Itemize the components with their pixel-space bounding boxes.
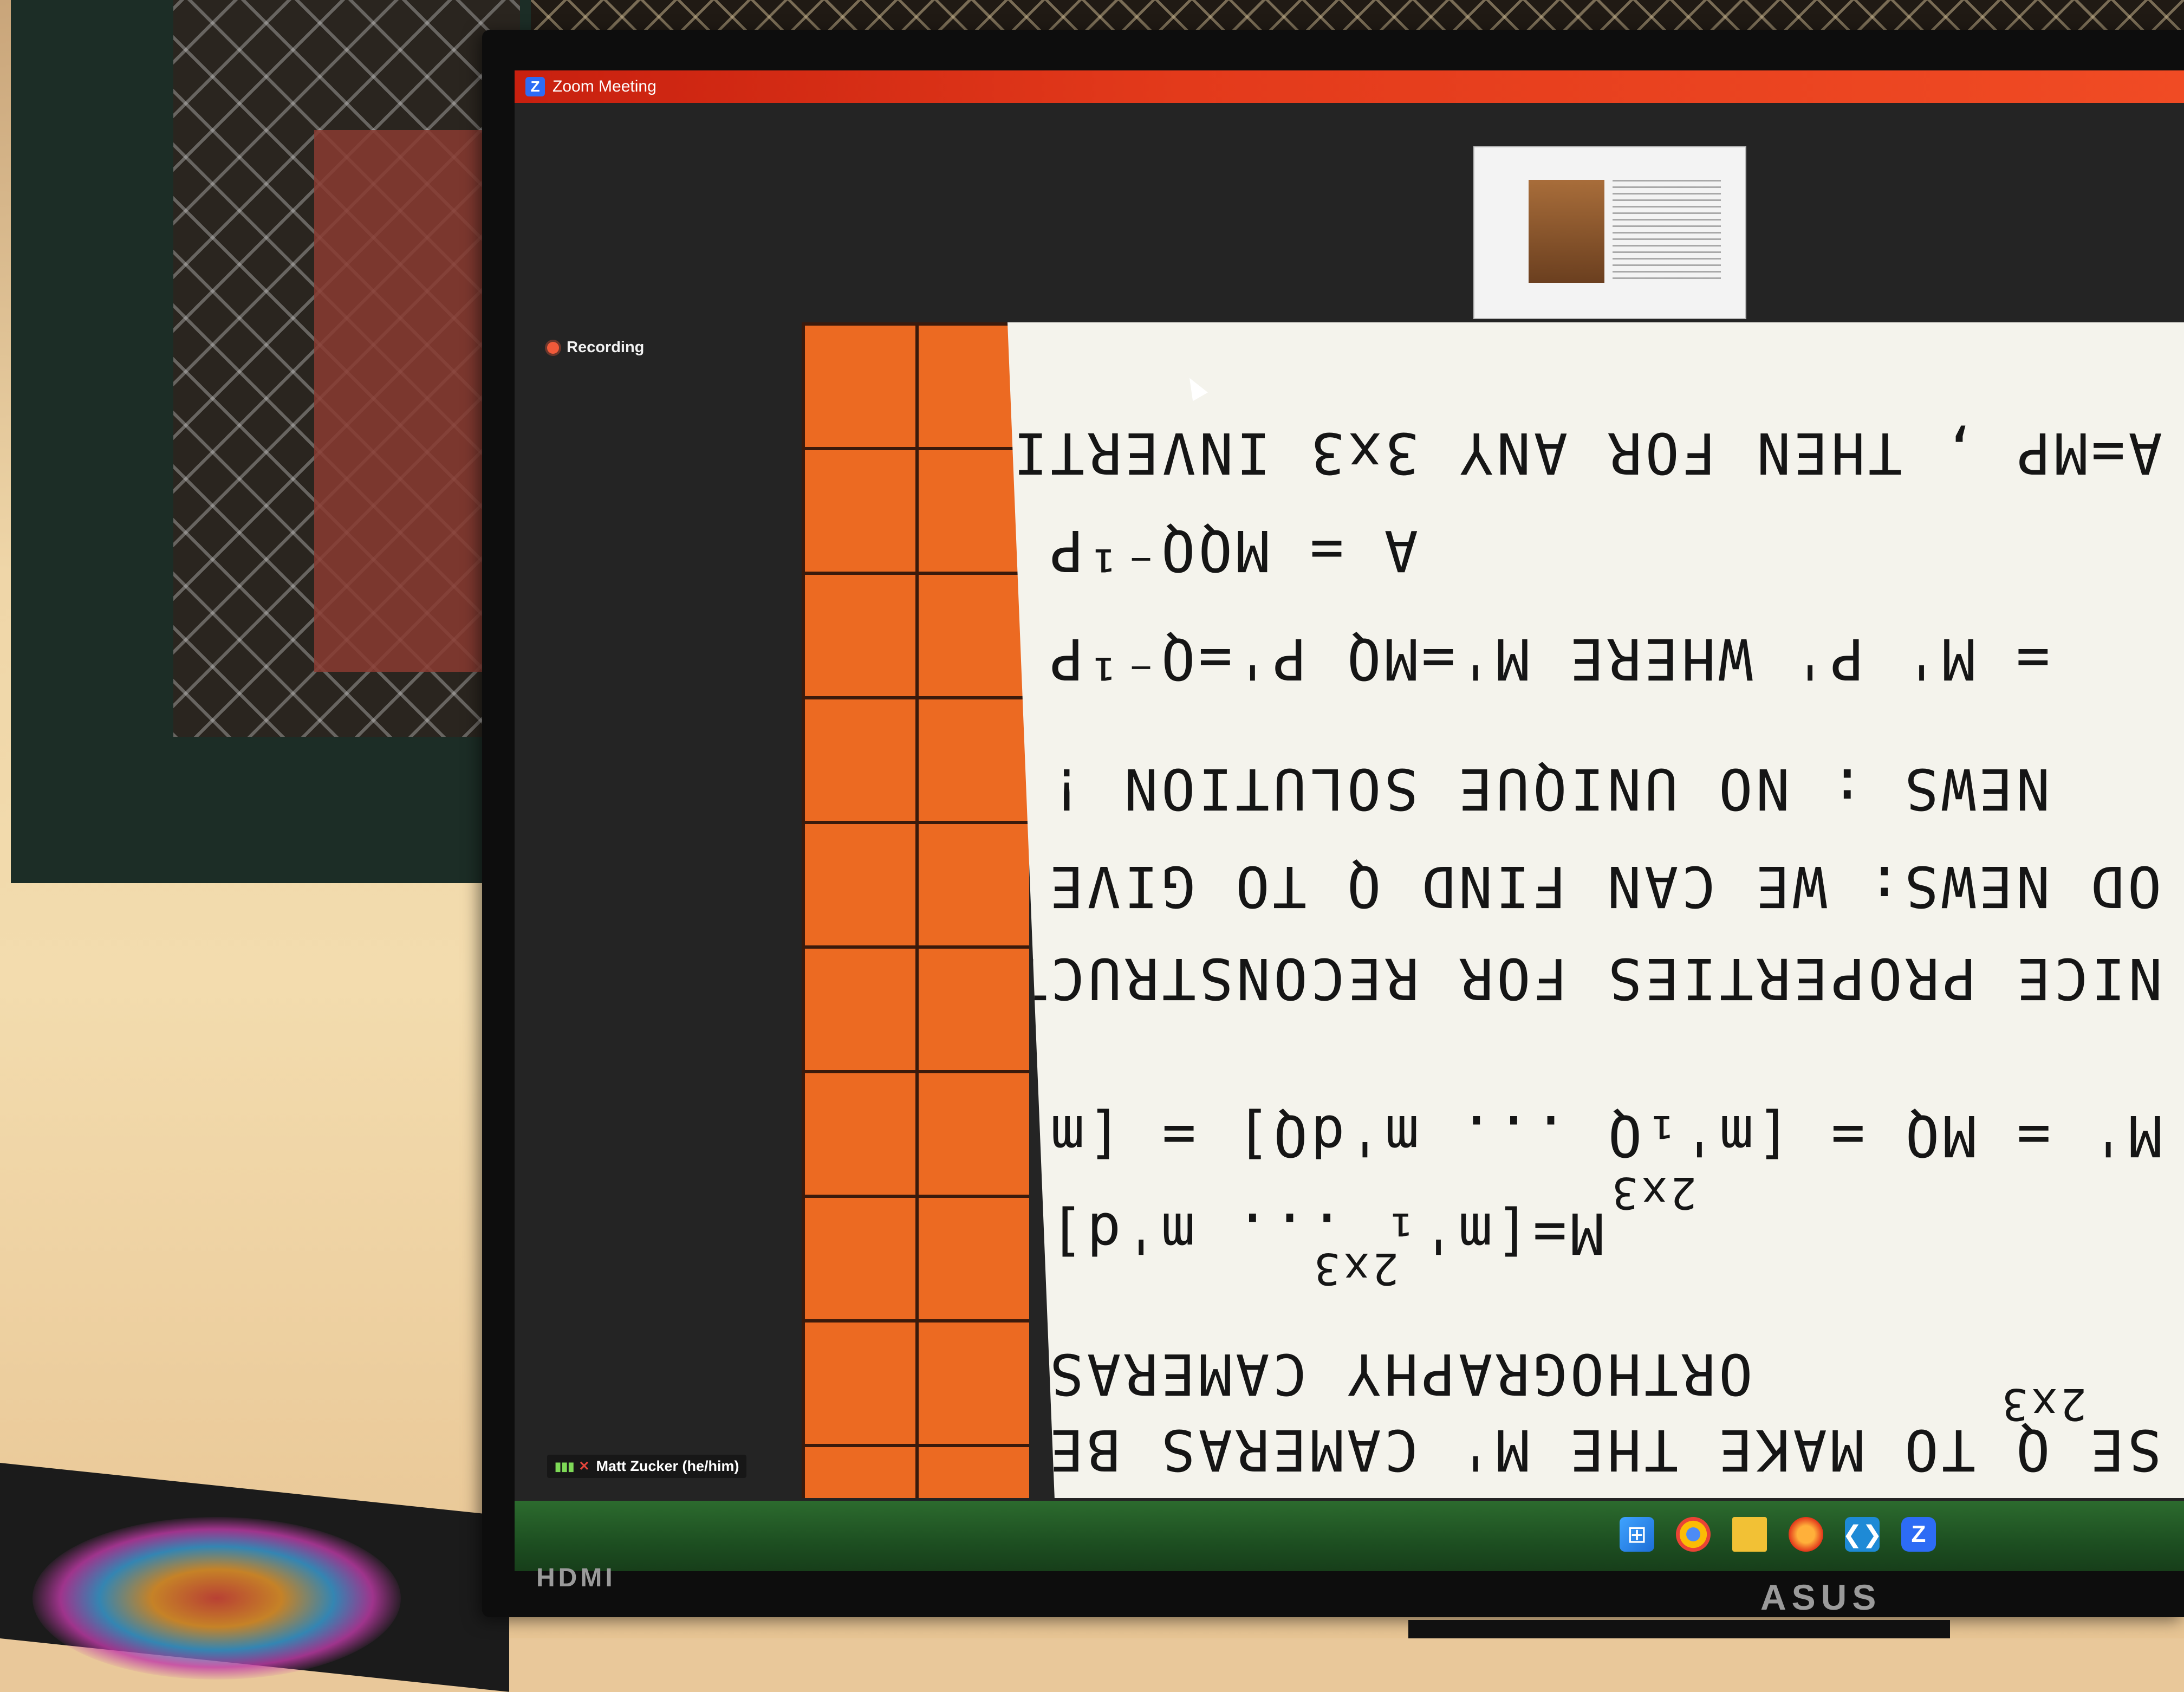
recording-indicator[interactable]: Recording [547,339,644,356]
window-title: Zoom Meeting [552,77,656,95]
thumbnail-image [1529,180,1604,283]
brain-illustration [32,1517,401,1680]
thumbnail-text [1613,180,1721,283]
whiteboard-line: SE Q TO MAKE THE M' CAMERAS BE [1046,1417,2162,1483]
screen: Z Zoom Meeting Recording SE Q TO MAKE TH… [515,70,2184,1571]
participant-name: Matt Zucker (he/him) [596,1458,739,1474]
windows-icon[interactable]: ⊞ [1620,1517,1654,1552]
firefox-icon[interactable] [1789,1517,1823,1552]
muted-mic-icon: ✕ [578,1459,590,1474]
zoom-icon[interactable]: Z [1901,1517,1936,1552]
whiteboard-line: = M' P' WHERE M'=MQ P'=Q⁻¹P [1046,626,2050,692]
monitor: Z Zoom Meeting Recording SE Q TO MAKE TH… [482,30,2184,1617]
vscode-icon[interactable]: ❮❯ [1842,1517,1882,1552]
window-frame [11,0,531,883]
window-glass [173,0,520,737]
background-poster [314,130,498,672]
whiteboard-line: 2x3 [1608,1168,1697,1218]
whiteboard-paper: SE Q TO MAKE THE M' CAMERAS BE ORTHOGRAP… [1007,322,2184,1498]
participant-name-tag: ▮▮▮ ✕ Matt Zucker (he/him) [547,1455,747,1478]
taskbar-icons: ⊞ ❮❯ Z [1620,1517,1936,1552]
zoom-title-bar[interactable]: Z Zoom Meeting [515,70,2184,103]
whiteboard-line: A = MQQ⁻¹P [1046,517,1419,584]
signal-strength-icon: ▮▮▮ [555,1459,575,1473]
whiteboard-line: M=[m'₁ ... m'd] [1046,1200,1604,1266]
asus-logo: ASUS [1760,1577,1882,1617]
shared-video: SE Q TO MAKE THE M' CAMERAS BE ORTHOGRAP… [802,322,2184,1498]
monitor-stand [1408,1620,1950,1638]
cutting-mat [802,322,1029,1498]
whiteboard-line: NICE PROPERTIES FOR RECONSTRUCTION [899,945,2162,1012]
whiteboard-line: M' = MQ = [m'₁Q ... m'dQ] = [m'₁ ... m'd… [973,1103,2162,1169]
zoom-logo-icon: Z [525,77,545,96]
whiteboard-line: 2x3 [1310,1243,1399,1294]
record-dot-icon [547,341,559,354]
whiteboard-line: A=MP , THEN FOR ANY 3x3 INVERTIBLE Q [824,420,2162,486]
hdmi-label: HDMI [536,1564,616,1592]
chrome-icon[interactable] [1676,1517,1711,1552]
whiteboard-line: NEWS : NO UNIQUE SOLUTION ! [1046,756,2050,822]
recording-label: Recording [567,339,645,356]
whiteboard-line: OD NEWS: WE CAN FIND Q TO GIVE [1046,853,2162,919]
whiteboard-line: 2x3 [1998,1379,2087,1429]
participant-thumbnail[interactable] [1473,146,1746,319]
whiteboard-line: ORTHOGRAPHY CAMERAS [1046,1341,1753,1407]
file-explorer-icon[interactable] [1732,1517,1767,1552]
